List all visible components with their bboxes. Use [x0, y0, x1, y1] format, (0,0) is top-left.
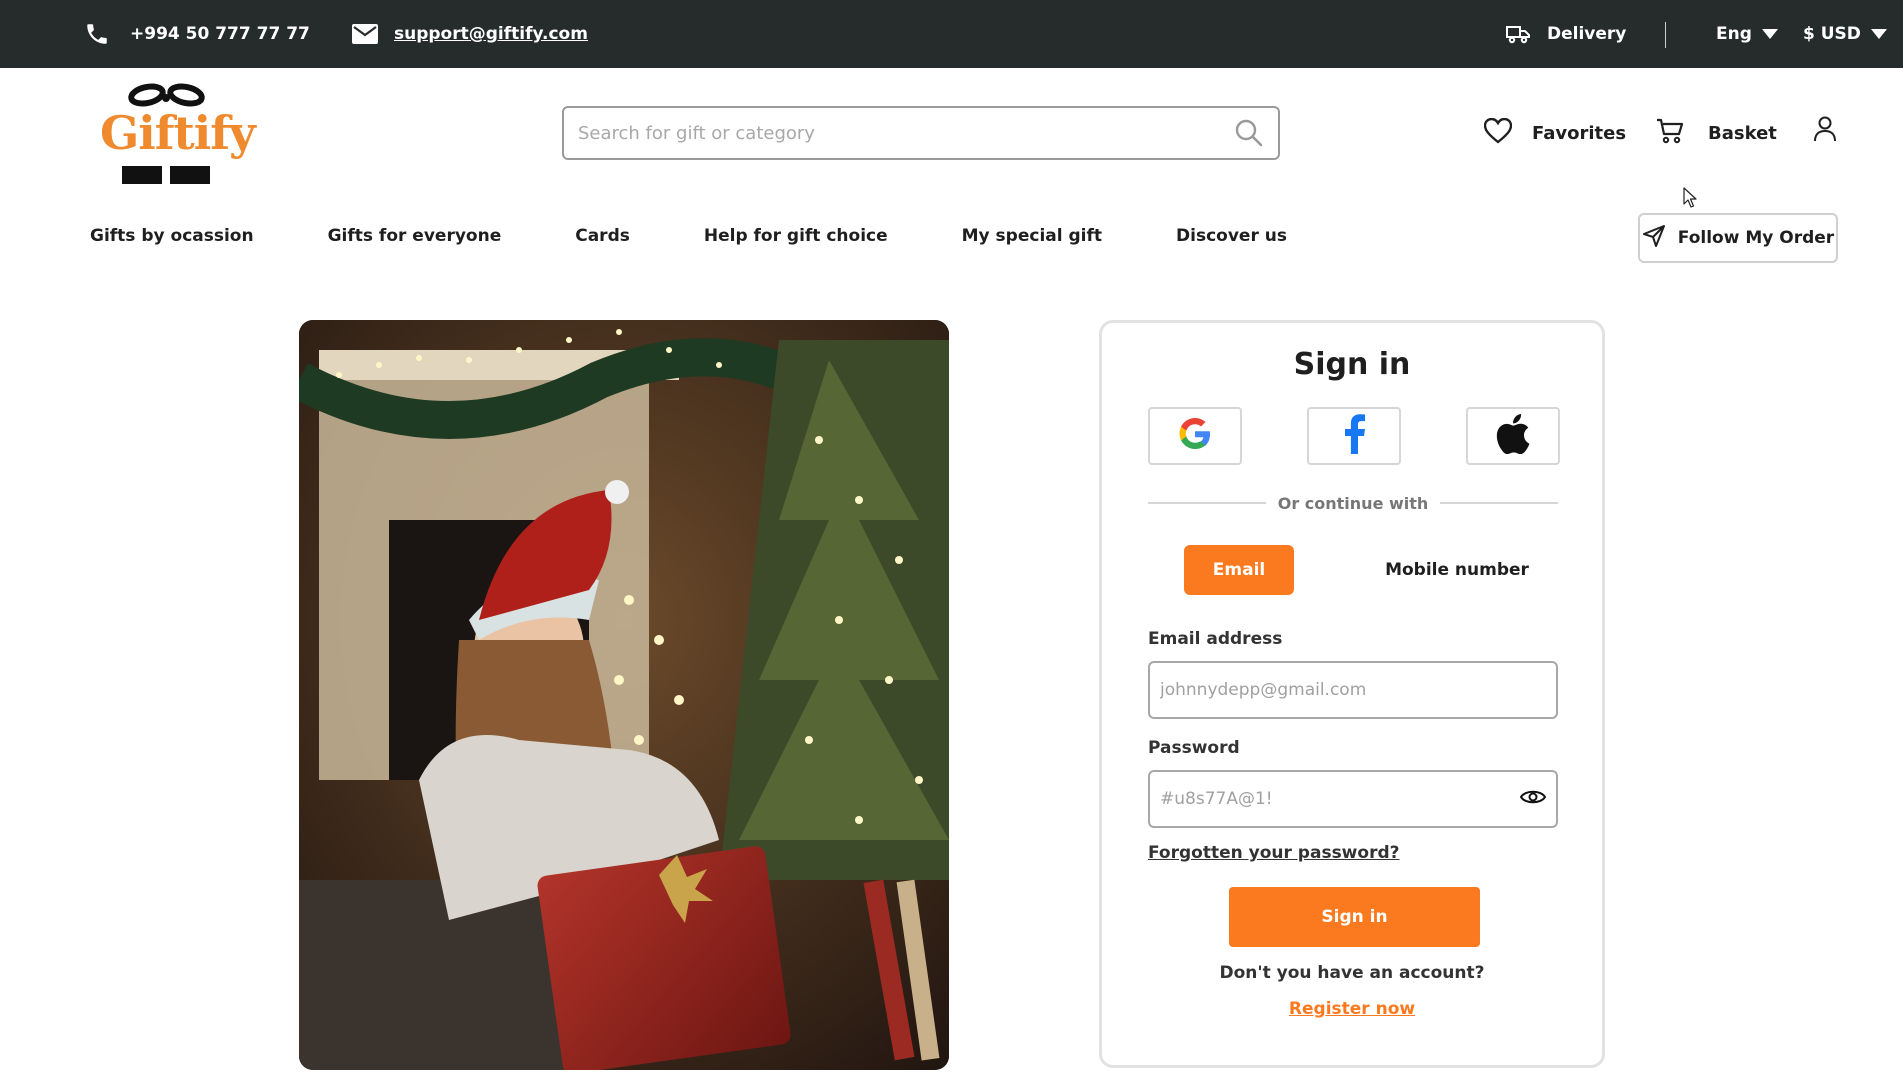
no-account-text: Don't you have an account?	[1219, 963, 1485, 983]
eye-icon[interactable]	[1519, 788, 1547, 810]
currency-value: $ USD	[1803, 24, 1861, 44]
password-field[interactable]	[1160, 789, 1520, 809]
tab-email[interactable]: Email	[1184, 545, 1294, 595]
language-value: Eng	[1716, 24, 1752, 44]
language-select[interactable]: Eng	[1716, 0, 1778, 68]
or-continue-label: Or continue with	[1277, 493, 1429, 513]
apple-icon	[1496, 414, 1530, 458]
user-icon	[1814, 116, 1836, 146]
send-arrow-icon	[1642, 224, 1666, 253]
nav-item-gifts-for-everyone[interactable]: Gifts for everyone	[328, 226, 502, 246]
nav-item-help-for-gift-choice[interactable]: Help for gift choice	[704, 226, 888, 246]
sign-in-card: Sign in Or continue with Email Mobile nu…	[1099, 320, 1605, 1068]
or-continue-divider: Or continue with	[1148, 491, 1559, 515]
forgot-password-link[interactable]: Forgotten your password?	[1148, 843, 1399, 863]
email-contact[interactable]: support@giftify.com	[352, 0, 588, 68]
divider-line-right	[1440, 502, 1559, 504]
delivery-link[interactable]: Delivery	[1505, 0, 1626, 68]
password-label: Password	[1148, 738, 1240, 758]
mail-icon	[352, 24, 378, 44]
email-field[interactable]	[1160, 680, 1546, 700]
favorites-link[interactable]: Favorites	[1483, 117, 1627, 149]
currency-select[interactable]: $ USD	[1803, 0, 1887, 68]
favorites-label: Favorites	[1532, 123, 1627, 144]
tab-mobile-number[interactable]: Mobile number	[1362, 545, 1552, 595]
nav-item-discover-us[interactable]: Discover us	[1176, 226, 1287, 246]
top-bar: +994 50 777 77 77 support@giftify.com De…	[0, 0, 1903, 68]
apple-sign-in-button[interactable]	[1466, 407, 1560, 465]
nav-item-my-special-gift[interactable]: My special gift	[962, 226, 1102, 246]
cart-icon	[1656, 118, 1684, 149]
basket-link[interactable]: Basket	[1656, 118, 1777, 149]
giftify-logo[interactable]: Giftify	[96, 80, 256, 190]
follow-my-order-button[interactable]: Follow My Order	[1638, 213, 1838, 263]
mouse-cursor-icon	[1683, 187, 1699, 213]
phone-contact[interactable]: +994 50 777 77 77	[84, 0, 310, 68]
nav-item-cards[interactable]: Cards	[575, 226, 630, 246]
chevron-down-icon	[1761, 29, 1778, 39]
search-icon[interactable]	[1234, 118, 1264, 148]
support-email-link[interactable]: support@giftify.com	[394, 24, 588, 44]
nav-item-gifts-by-occasion[interactable]: Gifts by ocassion	[90, 226, 254, 246]
facebook-icon	[1342, 414, 1366, 458]
divider-line-left	[1148, 502, 1266, 504]
search-bar[interactable]	[562, 106, 1280, 160]
search-input[interactable]	[578, 122, 1234, 144]
email-field-wrapper	[1148, 661, 1558, 719]
facebook-sign-in-button[interactable]	[1307, 407, 1401, 465]
heart-icon	[1483, 117, 1513, 149]
chevron-down-icon	[1870, 29, 1887, 39]
delivery-truck-icon	[1505, 24, 1531, 44]
basket-label: Basket	[1708, 123, 1777, 144]
topbar-divider	[1665, 22, 1666, 48]
email-label: Email address	[1148, 629, 1283, 649]
phone-number: +994 50 777 77 77	[130, 24, 310, 44]
google-icon	[1177, 416, 1213, 456]
follow-my-order-label: Follow My Order	[1677, 228, 1835, 248]
sign-in-title: Sign in	[1293, 347, 1411, 382]
main-nav: Gifts by ocassion Gifts for everyone Car…	[90, 226, 1361, 246]
delivery-label: Delivery	[1547, 24, 1627, 44]
christmas-gift-photo	[299, 320, 949, 1070]
logo-wordmark: Giftify	[100, 106, 256, 160]
google-sign-in-button[interactable]	[1148, 407, 1242, 465]
user-account-button[interactable]	[1814, 116, 1836, 146]
sign-in-button[interactable]: Sign in	[1229, 887, 1480, 947]
password-field-wrapper	[1148, 770, 1558, 828]
register-now-link[interactable]: Register now	[1102, 999, 1602, 1019]
phone-icon	[84, 21, 110, 47]
